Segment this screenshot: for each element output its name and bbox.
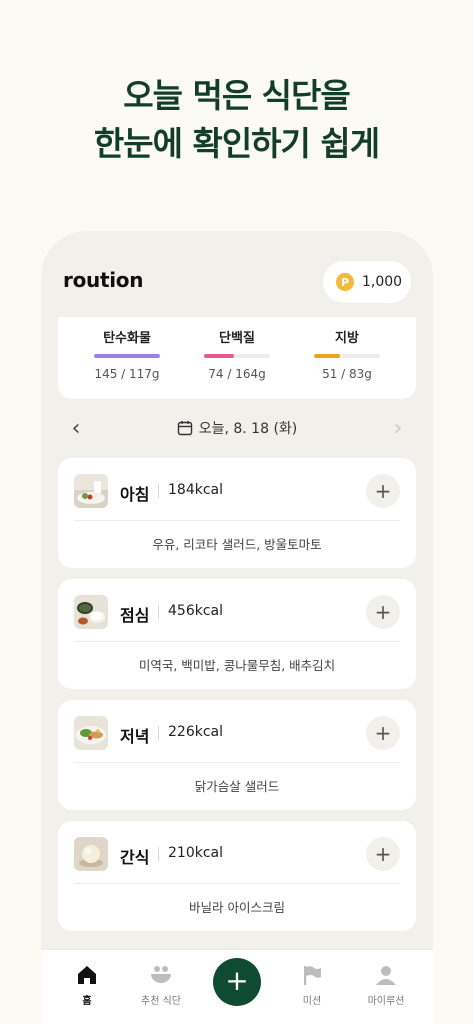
meal-foods: 닭가슴살 샐러드: [194, 779, 280, 794]
app-header: roution P 1,000: [41, 231, 433, 321]
meal-foods: 미역국, 백미밥, 콩나물무침, 배추김치: [138, 658, 336, 673]
add-breakfast-button[interactable]: +: [366, 474, 400, 508]
headline-line-2: 한눈에 확인하기 쉽게: [93, 124, 380, 163]
meal-header: 저녁 226kcal +: [58, 700, 416, 762]
macro-protein-value: 74 / 164g: [208, 367, 266, 381]
macro-summary: 탄수화물 145 / 117g 단백질 74 / 164g 지방 51 / 83…: [58, 317, 416, 399]
lunch-photo: [74, 595, 108, 629]
meal-kcal: 184kcal: [168, 482, 223, 498]
macro-carbs: 탄수화물 145 / 117g: [72, 327, 182, 381]
macro-fat-label: 지방: [335, 331, 359, 346]
macro-fat: 지방 51 / 83g: [292, 327, 402, 381]
flag-icon: [277, 964, 347, 986]
meal-foods: 바닐라 아이스크림: [189, 900, 285, 915]
tab-home[interactable]: 홈: [52, 964, 122, 1007]
meal-foods: 우유, 리코타 샐러드, 방울토마토: [152, 537, 322, 552]
bottom-tab-bar: 홈 추천 식단 + 미션 마이루션: [41, 949, 433, 1024]
breakfast-photo: [74, 474, 108, 508]
home-icon: [52, 964, 122, 986]
tab-home-label: 홈: [82, 996, 92, 1007]
meal-card-lunch[interactable]: 점심 456kcal + 미역국, 백미밥, 콩나물무침, 배추김치: [58, 579, 416, 689]
divider: [74, 641, 400, 642]
app-logo: roution: [63, 268, 144, 292]
meal-card-breakfast[interactable]: 아침 184kcal + 우유, 리코타 샐러드, 방울토마토: [58, 458, 416, 568]
bowl-icon: [126, 964, 196, 986]
macro-protein: 단백질 74 / 164g: [182, 327, 292, 381]
meal-name: 간식: [120, 848, 150, 867]
meal-separator: [158, 726, 159, 740]
headline-line-1: 오늘 먹은 식단을: [123, 76, 351, 115]
macro-protein-bar: [204, 354, 270, 358]
divider: [74, 762, 400, 763]
meal-separator: [158, 484, 159, 498]
promo-headline: 오늘 먹은 식단을 한눈에 확인하기 쉽게: [0, 72, 473, 168]
macro-fat-bar: [314, 354, 380, 358]
meal-card-dinner[interactable]: 저녁 226kcal + 닭가슴살 샐러드: [58, 700, 416, 810]
date-label: 오늘, 8. 18 (화): [198, 421, 298, 437]
tab-mission-label: 미션: [302, 996, 322, 1007]
tab-recommended-meals[interactable]: 추천 식단: [126, 964, 196, 1007]
macro-carbs-value: 145 / 117g: [94, 367, 160, 381]
points-badge[interactable]: P 1,000: [323, 261, 411, 303]
meal-name: 아침: [120, 485, 150, 504]
macro-fat-bar-fill: [314, 354, 341, 358]
points-value: 1,000: [362, 274, 403, 290]
meal-name: 점심: [120, 606, 150, 625]
macro-fat-value: 51 / 83g: [322, 367, 372, 381]
add-meal-button[interactable]: +: [213, 958, 261, 1006]
divider: [74, 520, 400, 521]
date-navigator: ‹ 오늘, 8. 18 (화) ›: [58, 415, 416, 443]
meal-name: 저녁: [120, 727, 150, 746]
person-icon: [351, 964, 421, 986]
meal-separator: [158, 847, 159, 861]
tab-recommended-label: 추천 식단: [141, 996, 181, 1007]
snack-photo: [74, 837, 108, 871]
macro-carbs-bar-fill: [94, 354, 160, 358]
macro-protein-label: 단백질: [219, 331, 255, 346]
coin-icon: P: [336, 273, 354, 291]
meal-header: 점심 456kcal +: [58, 579, 416, 641]
tab-my-label: 마이루션: [367, 996, 405, 1007]
meal-header: 간식 210kcal +: [58, 821, 416, 883]
add-dinner-button[interactable]: +: [366, 716, 400, 750]
meal-header: 아침 184kcal +: [58, 458, 416, 520]
chevron-right-icon[interactable]: ›: [384, 415, 412, 443]
add-snack-button[interactable]: +: [366, 837, 400, 871]
tab-mission[interactable]: 미션: [277, 964, 347, 1007]
macro-carbs-bar: [94, 354, 160, 358]
calendar-icon: [177, 421, 192, 436]
add-lunch-button[interactable]: +: [366, 595, 400, 629]
app-screen: roution P 1,000 탄수화물 145 / 117g 단백질 74 /…: [41, 231, 433, 1024]
tab-my-roution[interactable]: 마이루션: [351, 964, 421, 1007]
date-picker[interactable]: 오늘, 8. 18 (화): [58, 418, 416, 438]
meal-kcal: 226kcal: [168, 724, 223, 740]
meal-card-snack[interactable]: 간식 210kcal + 바닐라 아이스크림: [58, 821, 416, 931]
meal-kcal: 456kcal: [168, 603, 223, 619]
macro-protein-bar-fill: [204, 354, 234, 358]
divider: [74, 883, 400, 884]
dinner-photo: [74, 716, 108, 750]
macro-carbs-label: 탄수화물: [103, 331, 151, 346]
meal-separator: [158, 605, 159, 619]
meal-kcal: 210kcal: [168, 845, 223, 861]
